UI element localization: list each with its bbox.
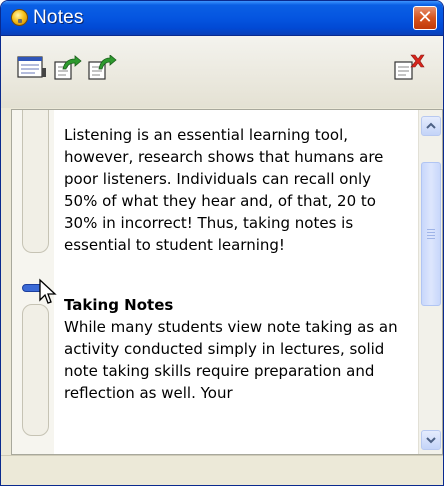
note-paragraph-1: Listening is an essential learning tool,… xyxy=(64,126,384,254)
note-heading: Taking Notes xyxy=(64,296,174,314)
thumb-grip-line xyxy=(427,232,435,233)
note-tab-upper[interactable] xyxy=(22,110,49,253)
chevron-down-icon xyxy=(426,437,436,444)
window-title: Notes xyxy=(33,7,84,28)
thumb-grip-line xyxy=(427,229,435,230)
note-paragraph-2: While many students view note taking as … xyxy=(64,318,398,402)
note-export-icon xyxy=(54,55,82,80)
status-bar xyxy=(1,455,443,485)
note-import-icon xyxy=(88,55,117,80)
vertical-scrollbar[interactable] xyxy=(418,110,442,454)
note-delete-icon xyxy=(394,54,425,80)
title-bar[interactable]: Notes ✕ xyxy=(1,1,443,36)
notes-view-icon xyxy=(17,56,46,78)
notes-window: Notes ✕ Listening is an essential learni… xyxy=(0,0,444,486)
note-body: Listening is an essential learning tool,… xyxy=(64,124,404,404)
close-icon: ✕ xyxy=(417,7,433,28)
mouse-pointer-icon xyxy=(39,278,57,304)
notes-view-button[interactable] xyxy=(17,55,46,81)
note-tab-lower[interactable] xyxy=(22,304,49,436)
note-export-button[interactable] xyxy=(53,55,82,81)
note-content-pane[interactable]: Listening is an essential learning tool,… xyxy=(11,109,443,455)
thumb-grip-line xyxy=(427,235,435,236)
close-button[interactable]: ✕ xyxy=(413,6,437,30)
thumb-grip-line xyxy=(427,238,435,239)
chevron-up-icon xyxy=(426,122,436,129)
note-delete-button[interactable] xyxy=(393,53,425,80)
note-import-button[interactable] xyxy=(87,55,117,81)
scroll-up-button[interactable] xyxy=(421,116,441,136)
scroll-thumb[interactable] xyxy=(421,162,441,306)
app-bulb-icon xyxy=(11,9,28,26)
scroll-down-button[interactable] xyxy=(421,430,441,450)
